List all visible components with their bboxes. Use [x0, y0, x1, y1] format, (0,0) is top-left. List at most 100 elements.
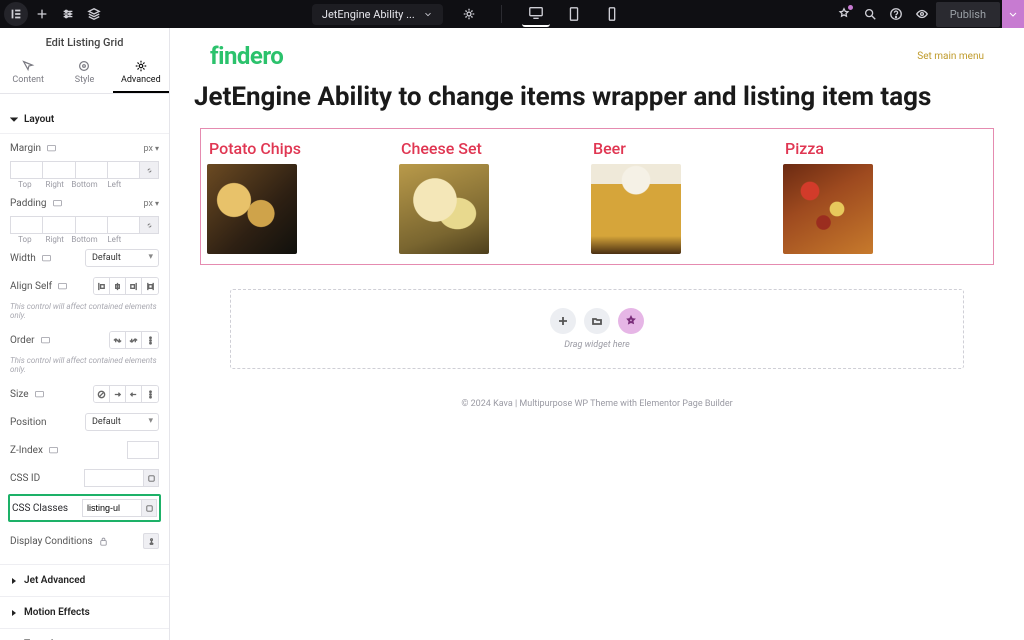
responsive-icon[interactable] [41, 253, 52, 264]
topbar-separator [501, 5, 502, 23]
size-more[interactable] [142, 386, 158, 402]
zindex-input[interactable] [127, 441, 159, 459]
page-title-pill[interactable]: JetEngine Ability ... [312, 4, 443, 25]
tab-advanced[interactable]: Advanced [113, 55, 169, 93]
size-shrink[interactable] [126, 386, 142, 402]
padding-left-input[interactable] [107, 216, 139, 234]
dropzone-ai-button[interactable] [618, 308, 644, 334]
notification-dot [848, 5, 853, 10]
listing-grid[interactable]: Potato Chips Cheese Set Beer Pizza [200, 128, 994, 265]
side-top: Top [10, 180, 40, 189]
listing-item[interactable]: Beer [591, 139, 763, 254]
add-element-button[interactable] [30, 2, 54, 26]
margin-top-input[interactable] [10, 161, 42, 179]
side-bottom: Bottom [70, 180, 100, 189]
padding-top-input[interactable] [10, 216, 42, 234]
css-classes-row: CSS Classes [8, 494, 161, 522]
responsive-icon[interactable] [46, 143, 57, 154]
side-left: Left [99, 180, 129, 189]
hint-order: This control will affect contained eleme… [10, 354, 159, 380]
label-width: Width [10, 253, 36, 264]
site-settings-button[interactable] [56, 2, 80, 26]
publish-options-button[interactable] [1002, 0, 1024, 28]
responsive-icon[interactable] [52, 198, 63, 209]
section-jet-advanced[interactable]: Jet Advanced [0, 564, 169, 596]
label-zindex: Z-Index [10, 445, 43, 456]
device-tablet[interactable] [560, 1, 588, 27]
position-select[interactable]: Default [85, 413, 159, 431]
page-settings-button[interactable] [457, 2, 481, 26]
tab-advanced-label: Advanced [121, 75, 161, 85]
section-layout-toggle[interactable]: Layout [0, 106, 169, 134]
responsive-switcher [522, 1, 626, 27]
site-footer: © 2024 Kava | Multipurpose WP Theme with… [170, 369, 1024, 419]
responsive-icon[interactable] [40, 335, 51, 346]
dropzone-add-button[interactable] [550, 308, 576, 334]
align-end[interactable] [126, 278, 142, 294]
whats-new-button[interactable] [832, 2, 856, 26]
label-position: Position [10, 417, 46, 428]
align-start[interactable] [94, 278, 110, 294]
finder-button[interactable] [858, 2, 882, 26]
section-motion-label: Motion Effects [24, 607, 90, 618]
section-jet-advanced-label: Jet Advanced [24, 575, 85, 586]
structure-button[interactable] [82, 2, 106, 26]
help-button[interactable] [884, 2, 908, 26]
elementor-logo[interactable] [4, 2, 28, 26]
order-last[interactable] [126, 332, 142, 348]
order-first[interactable] [110, 332, 126, 348]
margin-link-toggle[interactable] [139, 161, 159, 179]
label-order: Order [10, 335, 35, 346]
padding-bottom-input[interactable] [75, 216, 107, 234]
display-conditions-button[interactable] [143, 533, 159, 549]
margin-left-input[interactable] [107, 161, 139, 179]
listing-item[interactable]: Cheese Set [399, 139, 571, 254]
tab-content[interactable]: Content [0, 55, 56, 93]
listing-item[interactable]: Potato Chips [207, 139, 379, 254]
padding-link-toggle[interactable] [139, 216, 159, 234]
margin-bottom-input[interactable] [75, 161, 107, 179]
section-layout-label: Layout [24, 114, 54, 125]
drop-zone[interactable]: Drag widget here [230, 289, 964, 369]
side-right: Right [40, 180, 70, 189]
align-self-group [93, 277, 159, 295]
item-title: Pizza [785, 139, 955, 158]
publish-button[interactable]: Publish [936, 2, 1000, 27]
section-transform[interactable]: Transform [0, 628, 169, 640]
margin-right-input[interactable] [42, 161, 74, 179]
set-main-menu-link[interactable]: Set main menu [917, 51, 984, 62]
responsive-icon[interactable] [48, 445, 59, 456]
cssclasses-dynamic-button[interactable] [141, 499, 157, 517]
device-mobile[interactable] [598, 1, 626, 27]
device-desktop[interactable] [522, 1, 550, 27]
hint-align: This control will affect contained eleme… [10, 300, 159, 326]
preview-canvas: findero Set main menu JetEngine Ability … [170, 28, 1024, 640]
align-stretch[interactable] [142, 278, 158, 294]
label-size: Size [10, 389, 29, 400]
dropzone-folder-button[interactable] [584, 308, 610, 334]
margin-unit-select[interactable]: px [144, 144, 159, 154]
tab-style[interactable]: Style [56, 55, 112, 93]
label-align-self: Align Self [10, 281, 52, 292]
section-motion[interactable]: Motion Effects [0, 596, 169, 628]
responsive-icon[interactable] [57, 281, 68, 292]
panel-tabs: Content Style Advanced [0, 55, 169, 94]
size-grow[interactable] [110, 386, 126, 402]
responsive-icon[interactable] [34, 389, 45, 400]
cssid-dynamic-button[interactable] [143, 469, 159, 487]
cssid-input[interactable] [84, 469, 144, 487]
site-logo[interactable]: findero [210, 42, 283, 70]
padding-unit-select[interactable]: px [144, 199, 159, 209]
listing-item[interactable]: Pizza [783, 139, 955, 254]
cssclasses-input[interactable] [82, 499, 142, 517]
item-image [399, 164, 489, 254]
width-select[interactable]: Default [85, 249, 159, 267]
padding-right-input[interactable] [42, 216, 74, 234]
item-title: Potato Chips [209, 139, 379, 158]
tab-style-label: Style [75, 75, 95, 85]
size-none[interactable] [94, 386, 110, 402]
item-image [207, 164, 297, 254]
order-more[interactable] [142, 332, 158, 348]
preview-button[interactable] [910, 2, 934, 26]
align-center[interactable] [110, 278, 126, 294]
